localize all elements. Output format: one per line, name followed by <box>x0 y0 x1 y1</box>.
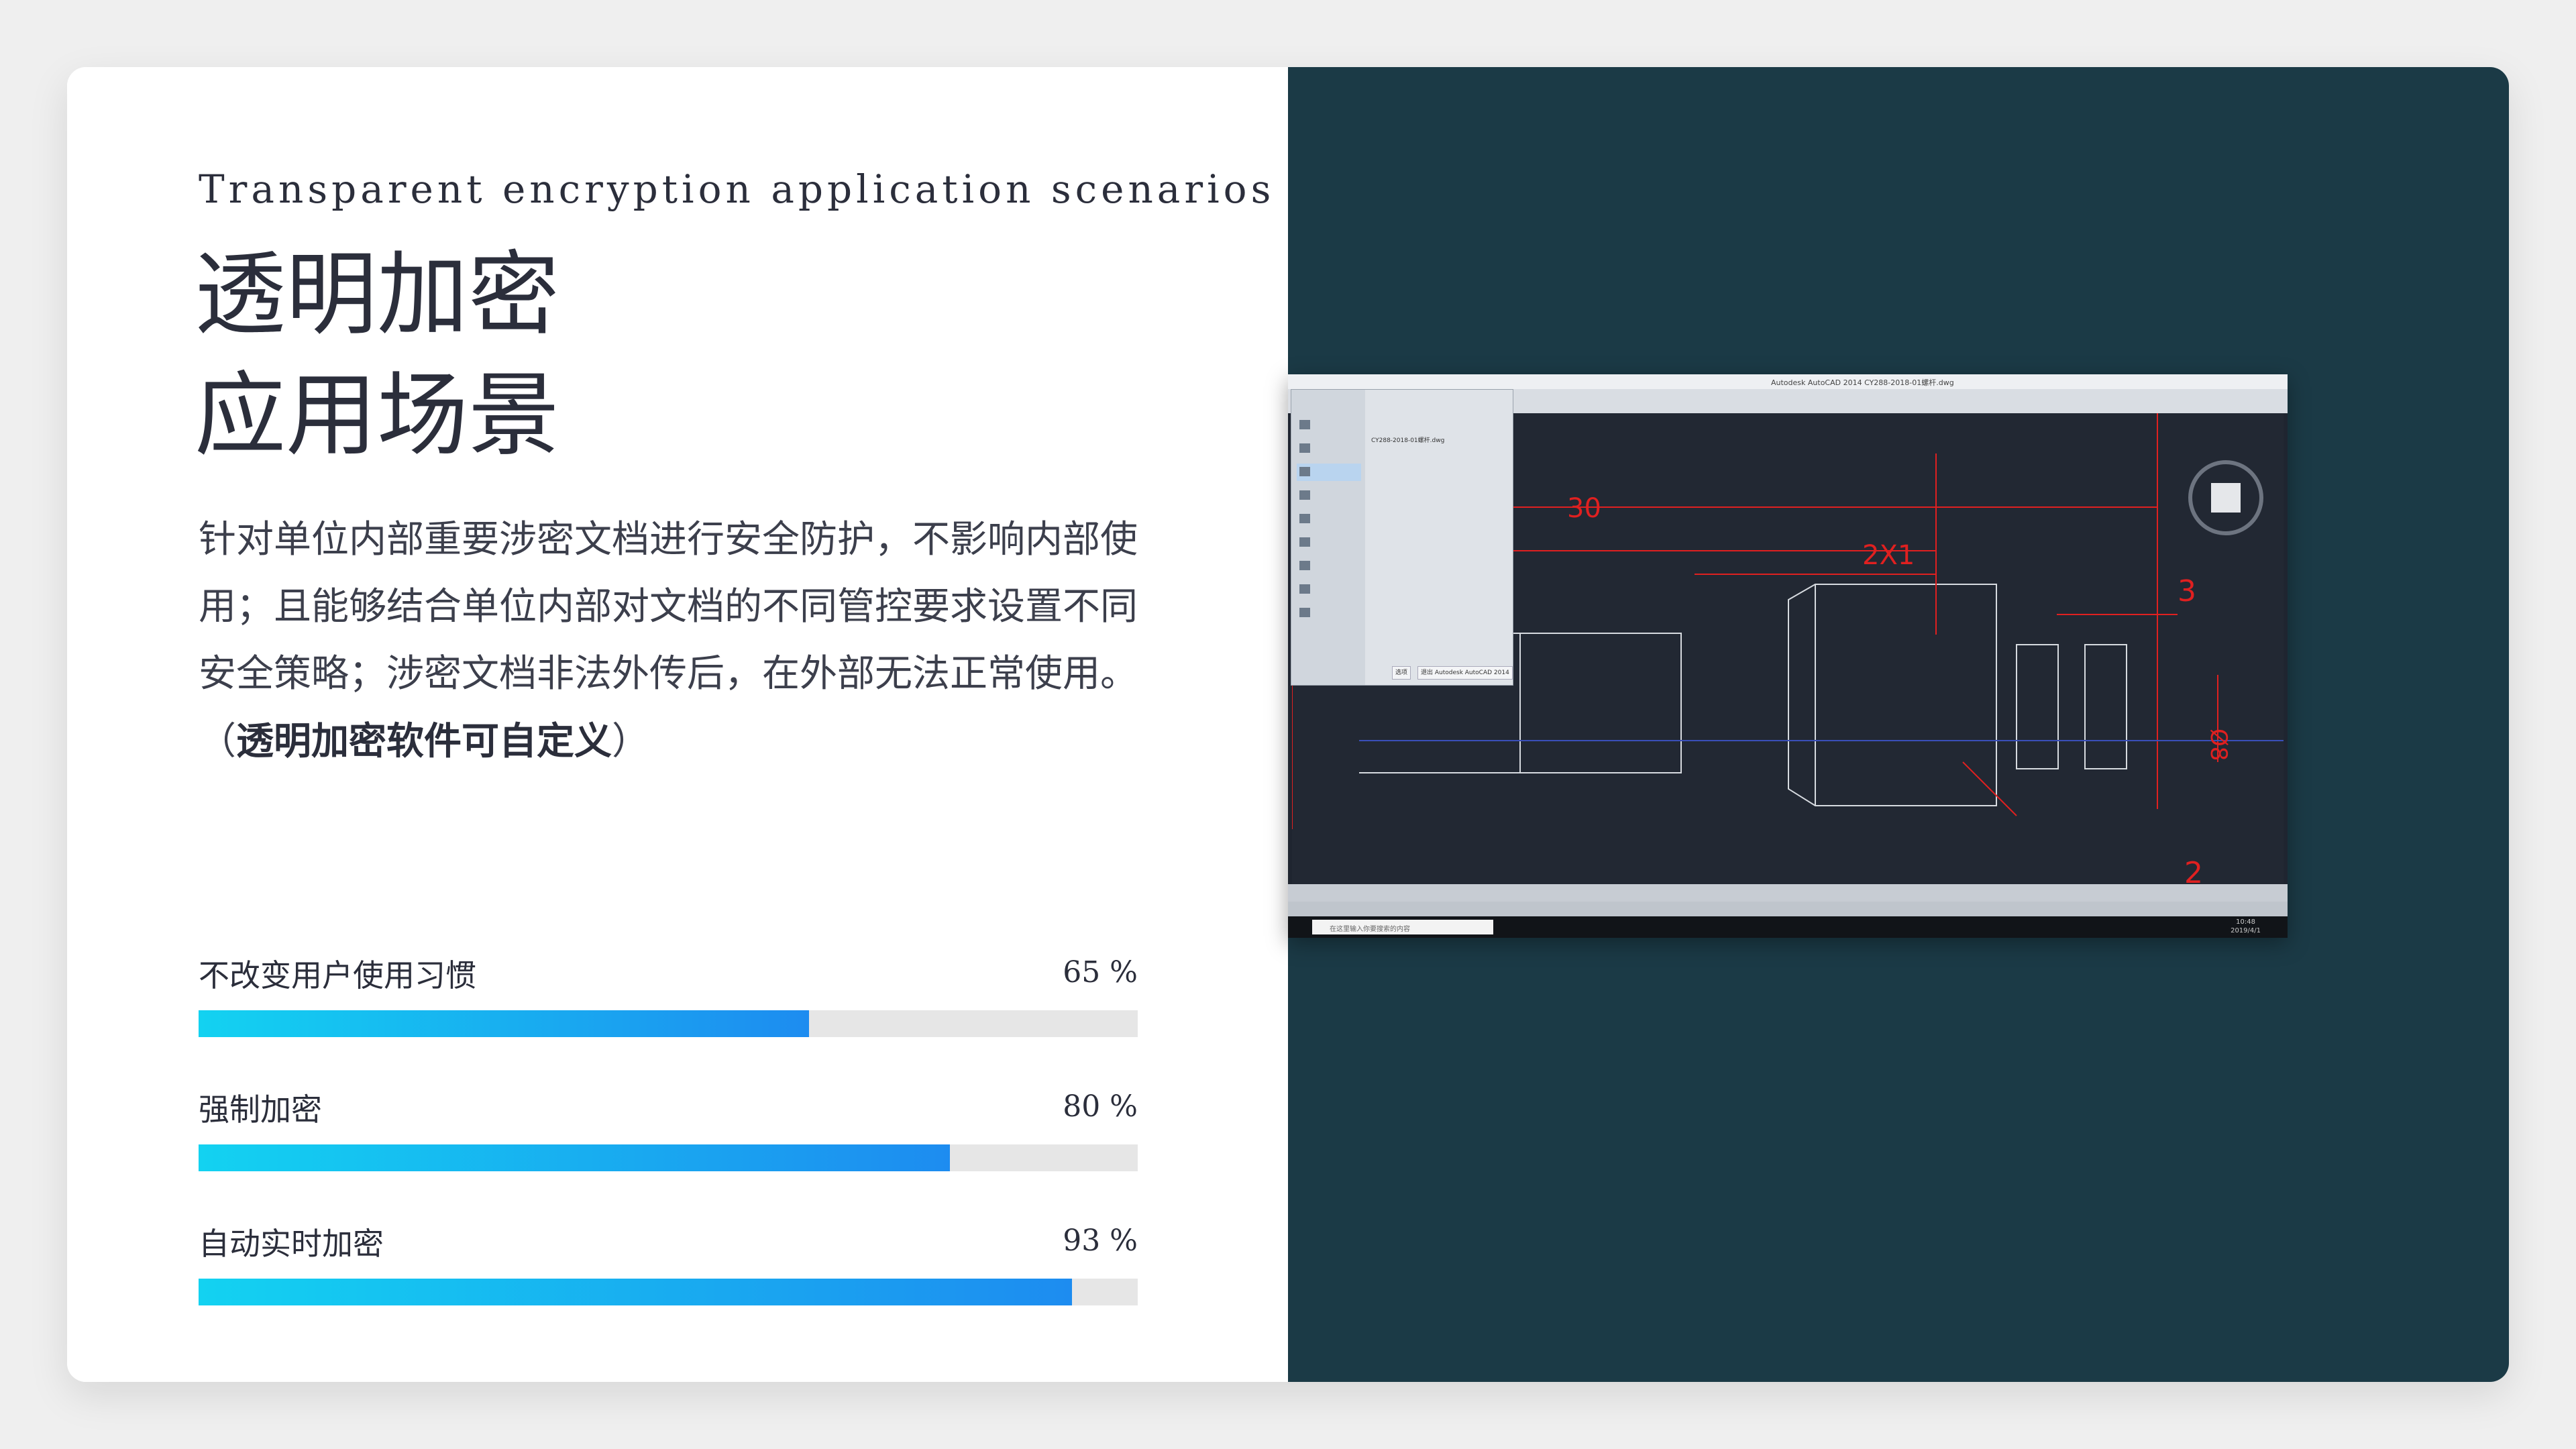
print-icon <box>1299 561 1310 570</box>
status-bar <box>1288 902 2288 916</box>
menu-item-export[interactable] <box>1297 534 1361 551</box>
application-menu: CY288-2018-01螺杆.dwg 选项 退出 Autodesk AutoC… <box>1291 389 1513 686</box>
title-line-1: 透明加密 <box>195 242 559 348</box>
menu-item-import[interactable] <box>1297 511 1361 528</box>
export-icon <box>1299 537 1310 547</box>
progress-fill <box>199 1144 950 1171</box>
menu-item-new[interactable] <box>1297 417 1361 434</box>
page-title: 透明加密 应用场景 <box>195 235 559 476</box>
svg-text:2: 2 <box>2184 856 2203 884</box>
english-subtitle: Transparent encryption application scena… <box>199 166 1275 212</box>
windows-taskbar: 在这里输入你要搜索的内容 10:48 2019/4/1 <box>1288 916 2288 938</box>
metric-label: 不改变用户使用习惯 <box>199 957 476 994</box>
command-line[interactable] <box>1288 884 2288 902</box>
taskbar-search[interactable]: 在这里输入你要搜索的内容 <box>1312 920 1493 934</box>
svg-text:2X1: 2X1 <box>1862 540 1915 571</box>
menu-item-print[interactable] <box>1297 557 1361 575</box>
autocad-screenshot: Autodesk AutoCAD 2014 CY288-2018-01螺杆.dw… <box>1288 374 2288 938</box>
menu-item-utilities[interactable] <box>1297 581 1361 598</box>
svg-text:30: 30 <box>1567 493 1601 524</box>
exit-autocad-button[interactable]: 退出 Autodesk AutoCAD 2014 <box>1417 666 1513 680</box>
metric-label: 强制加密 <box>199 1091 322 1128</box>
progress-track <box>199 1144 1138 1171</box>
title-line-2: 应用场景 <box>195 363 559 469</box>
menu-item-save[interactable] <box>1297 464 1361 481</box>
window-title: Autodesk AutoCAD 2014 CY288-2018-01螺杆.dw… <box>1771 378 1954 387</box>
metric-percent: 65 % <box>1063 955 1138 989</box>
metric-label: 自动实时加密 <box>199 1226 384 1262</box>
metric-percent: 93 % <box>1063 1224 1138 1258</box>
progress-track <box>199 1010 1138 1037</box>
recent-file-item[interactable]: CY288-2018-01螺杆.dwg <box>1371 435 1444 444</box>
progress-track <box>199 1279 1138 1305</box>
description-tail: ） <box>612 720 649 763</box>
description-bold: 透明加密软件可自定义 <box>236 719 612 763</box>
options-button[interactable]: 选项 <box>1392 666 1411 680</box>
text-panel: Transparent encryption application scena… <box>67 67 1288 1382</box>
viewcube-icon[interactable] <box>2188 460 2263 535</box>
new-icon <box>1299 420 1310 429</box>
menu-item-open[interactable] <box>1297 440 1361 458</box>
save-icon <box>1299 467 1310 476</box>
open-icon <box>1299 443 1310 453</box>
menu-item-save-as[interactable] <box>1297 487 1361 504</box>
metric-percent: 80 % <box>1063 1089 1138 1124</box>
utilities-icon <box>1299 584 1310 594</box>
menu-command-column <box>1291 390 1365 685</box>
progress-fill <box>199 1279 1072 1305</box>
description-paragraph: 针对单位内部重要涉密文档进行安全防护，不影响内部使用；且能够结合单位内部对文档的… <box>199 506 1151 775</box>
taskbar-search-text: 在这里输入你要搜索的内容 <box>1330 926 1410 933</box>
menu-item-close[interactable] <box>1297 604 1361 622</box>
close-icon <box>1299 608 1310 617</box>
import-icon <box>1299 514 1310 523</box>
save-as-icon <box>1299 490 1310 500</box>
progress-fill <box>199 1010 809 1037</box>
taskbar-clock[interactable]: 10:48 2019/4/1 <box>2231 918 2261 935</box>
svg-text:Ø8: Ø8 <box>2205 729 2232 761</box>
window-titlebar: Autodesk AutoCAD 2014 CY288-2018-01螺杆.dw… <box>1288 374 2288 389</box>
clock-time: 10:48 <box>2236 918 2255 926</box>
clock-date: 2019/4/1 <box>2231 927 2261 934</box>
svg-text:3: 3 <box>2178 574 2196 608</box>
